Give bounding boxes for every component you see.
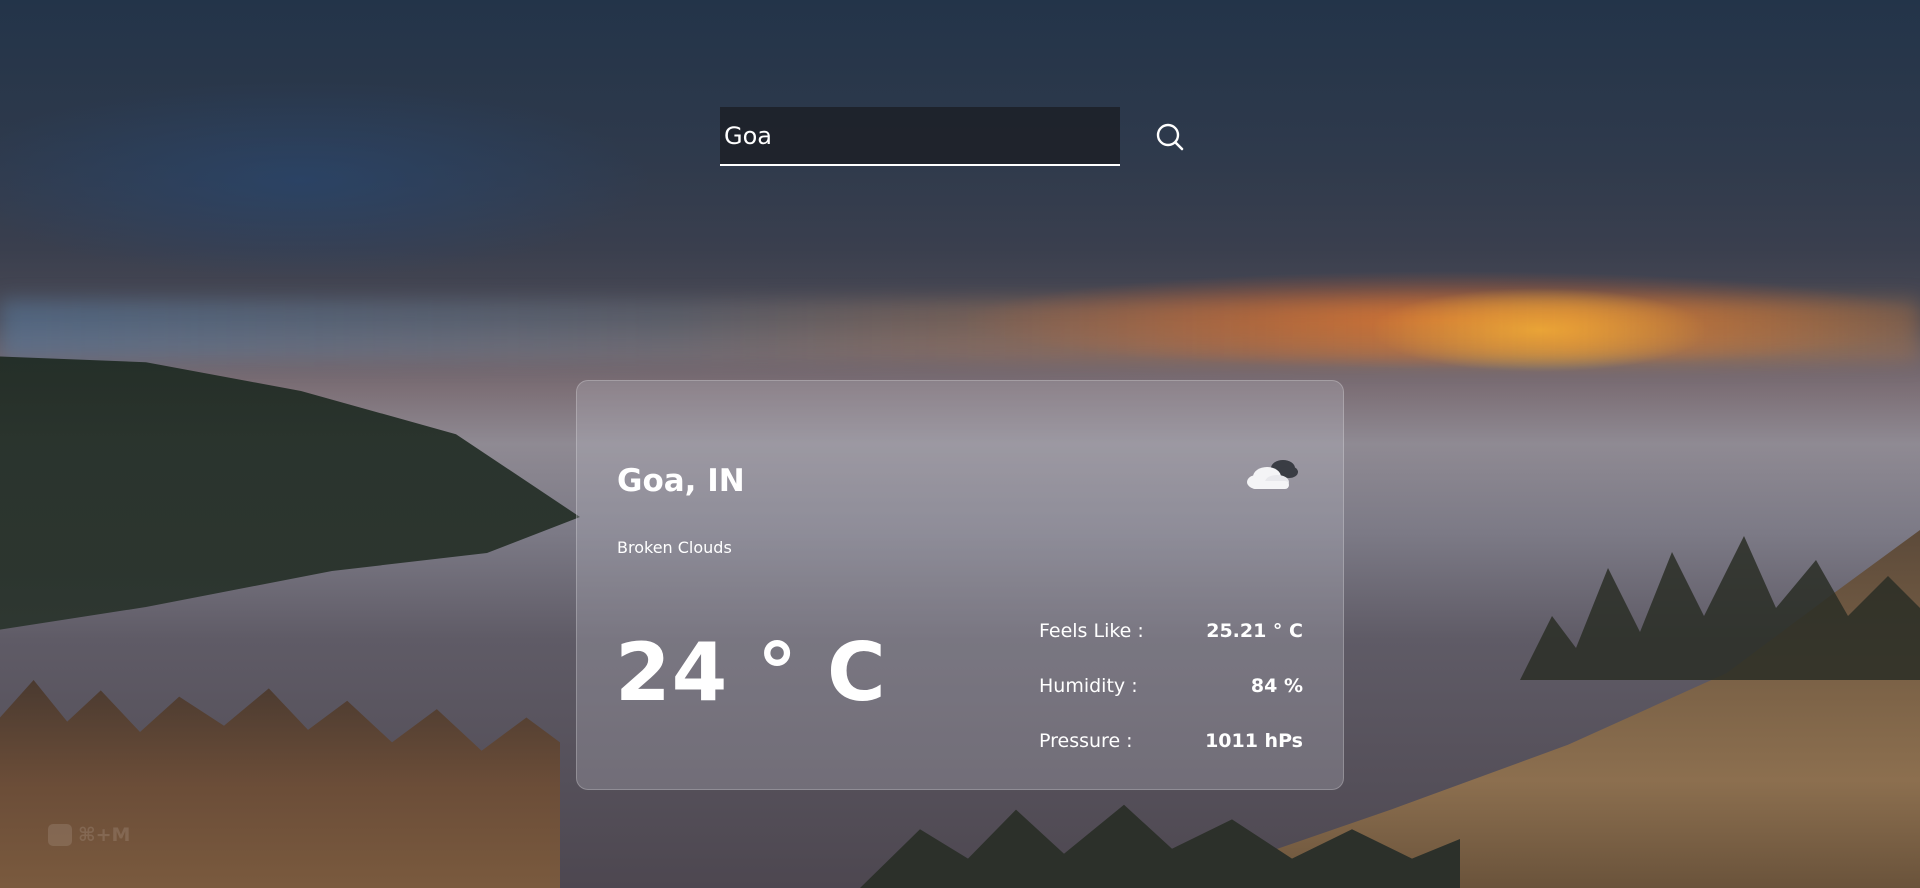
stat-value: 1011 hPs	[1205, 729, 1303, 752]
stat-feels-like: Feels Like : 25.21 ° C	[1039, 603, 1303, 658]
stat-label: Pressure :	[1039, 729, 1133, 752]
search-input[interactable]	[720, 107, 1120, 166]
shortcut-watermark: ⌘+M	[48, 824, 130, 846]
search-button[interactable]	[1150, 117, 1190, 157]
shortcut-label: ⌘+M	[78, 824, 131, 846]
weather-description: Broken Clouds	[617, 538, 732, 557]
search-bar	[720, 107, 1190, 166]
stat-value: 25.21 ° C	[1206, 619, 1303, 642]
weather-card: Goa, IN Broken Clouds 24 ° C Feels Like …	[576, 380, 1344, 790]
weather-stats: Feels Like : 25.21 ° C Humidity : 84 % P…	[1039, 603, 1303, 768]
location-name: Goa, IN	[617, 463, 745, 499]
temperature: 24 ° C	[615, 626, 887, 719]
cloud-icon	[1247, 460, 1298, 489]
stat-label: Humidity :	[1039, 674, 1138, 697]
stat-pressure: Pressure : 1011 hPs	[1039, 713, 1303, 768]
stat-humidity: Humidity : 84 %	[1039, 658, 1303, 713]
trees-left	[0, 680, 560, 888]
sunset-band	[0, 300, 1920, 360]
stat-value: 84 %	[1250, 674, 1303, 697]
stat-label: Feels Like :	[1039, 619, 1144, 642]
app-icon	[48, 824, 72, 846]
trees-bottom	[860, 804, 1460, 888]
search-icon	[1156, 123, 1184, 150]
